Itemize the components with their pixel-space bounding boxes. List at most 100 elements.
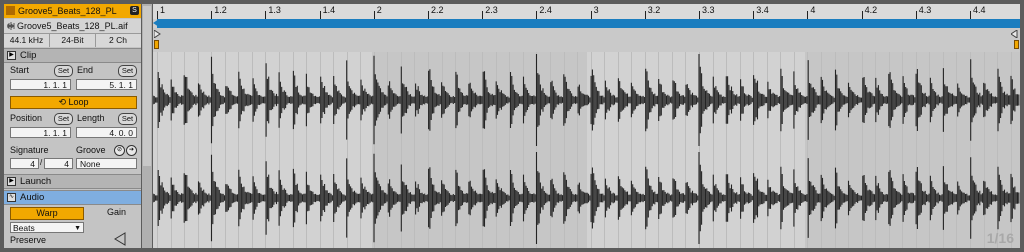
loop-button[interactable]: ⟲ Loop bbox=[10, 96, 137, 109]
signature-numerator[interactable]: 4 bbox=[10, 158, 39, 169]
save-icon[interactable]: S bbox=[130, 6, 139, 15]
ruler-tick bbox=[644, 11, 646, 19]
ruler-label: 3.4 bbox=[756, 5, 769, 15]
ruler-label: 4.4 bbox=[973, 5, 986, 15]
clip-color-swatch[interactable] bbox=[6, 6, 15, 15]
ruler-tick bbox=[428, 11, 429, 19]
start-field[interactable]: 1. 1. 1 bbox=[10, 79, 71, 90]
loop-label: Loop bbox=[68, 97, 89, 107]
loop-brace[interactable] bbox=[157, 19, 1020, 28]
play-icon[interactable]: ▶ bbox=[7, 51, 16, 60]
play-icon[interactable]: ▶ bbox=[7, 177, 16, 186]
ruler-tick bbox=[590, 11, 592, 19]
gain-slider-icon[interactable] bbox=[114, 232, 126, 246]
channel-count: 2 Ch bbox=[109, 35, 127, 45]
clip-name[interactable]: Groove5_Beats_128_PL bbox=[18, 5, 117, 17]
clip-section-label: Clip bbox=[20, 50, 37, 61]
warp-marker-row bbox=[153, 40, 1020, 52]
ruler-tick bbox=[373, 11, 375, 19]
end-set-button[interactable]: Set bbox=[118, 65, 137, 77]
ruler-label: 1 bbox=[160, 5, 166, 15]
waveform-path bbox=[153, 54, 1020, 244]
signature-slash: / bbox=[40, 158, 43, 167]
chevron-down-icon: ▼ bbox=[74, 225, 81, 232]
ruler-label: 1.4 bbox=[322, 5, 336, 15]
ruler-label: 4.2 bbox=[864, 5, 878, 15]
start-label: Start bbox=[10, 65, 30, 75]
clip-view: Groove5_Beats_128_PL S Groove5_Beats_128… bbox=[0, 0, 1024, 252]
end-field[interactable]: 5. 1. 1 bbox=[76, 79, 137, 90]
warp-button[interactable]: Warp bbox=[10, 207, 84, 220]
end-flag-icon[interactable] bbox=[1011, 30, 1018, 38]
waveform-display[interactable]: 1/16 bbox=[153, 52, 1020, 248]
length-set-button[interactable]: Set bbox=[118, 113, 137, 125]
start-marker[interactable] bbox=[153, 19, 159, 27]
sample-specs: 44.1 kHz 24-Bit 2 Ch bbox=[4, 34, 141, 47]
ruler-label: 3 bbox=[593, 5, 599, 15]
audio-section-label: Audio bbox=[20, 192, 45, 203]
ruler-tick bbox=[699, 11, 700, 19]
length-label: Length bbox=[77, 113, 105, 123]
end-label: End bbox=[77, 65, 94, 75]
position-set-button[interactable]: Set bbox=[54, 113, 73, 125]
ruler-tick bbox=[319, 11, 321, 19]
ruler-tick bbox=[970, 11, 971, 19]
ruler-label: 3.3 bbox=[702, 5, 715, 15]
signature-denominator[interactable]: 4 bbox=[44, 158, 73, 169]
ruler-tick bbox=[265, 11, 267, 19]
commit-groove-icon[interactable]: ➔ bbox=[126, 145, 137, 156]
gain-label: Gain bbox=[107, 207, 127, 217]
ruler-tick bbox=[807, 11, 809, 19]
marker-row bbox=[153, 28, 1020, 40]
ruler-label: 1.3 bbox=[268, 5, 281, 15]
warp-mode-value: Beats bbox=[13, 223, 35, 233]
clip-properties-panel: Groove5_Beats_128_PL S Groove5_Beats_128… bbox=[4, 4, 141, 248]
loop-icon: ⟲ bbox=[58, 97, 69, 107]
sample-rate: 44.1 kHz bbox=[4, 34, 50, 47]
ruler-label: 4 bbox=[810, 5, 816, 15]
ruler-label: 4.3 bbox=[918, 5, 932, 15]
ruler-tick bbox=[915, 11, 917, 19]
launch-section-label: Launch bbox=[20, 176, 52, 187]
ruler-tick bbox=[861, 11, 863, 19]
ruler-tick bbox=[482, 11, 484, 19]
clip-section-header[interactable]: ▶ Clip bbox=[4, 48, 141, 63]
groove-pool-icon[interactable]: ⊘ bbox=[114, 145, 125, 156]
panel-scrollbar[interactable] bbox=[142, 4, 152, 248]
ruler-label: 1.2 bbox=[214, 5, 227, 15]
beat-ruler[interactable]: 1 1.2 1.3 1.4 2 2.2 2.3 2.4 3 3.2 3.3 3.4 4 4.2 4.3 4.4 bbox=[153, 4, 1020, 19]
scrollbar-thumb[interactable] bbox=[143, 6, 151, 166]
warp-marker[interactable] bbox=[1014, 40, 1019, 49]
end-marker[interactable] bbox=[1015, 19, 1020, 27]
ruler-tick bbox=[753, 11, 755, 19]
warp-mode-select[interactable]: Beats ▼ bbox=[10, 222, 84, 233]
ruler-label: 3.2 bbox=[647, 5, 661, 15]
ruler-label: 2 bbox=[376, 5, 382, 15]
groove-select[interactable]: None bbox=[76, 158, 137, 169]
start-flag-icon[interactable] bbox=[154, 30, 161, 38]
start-set-button[interactable]: Set bbox=[54, 65, 73, 77]
sample-file-name: Groove5_Beats_128_PL.aif bbox=[17, 21, 128, 31]
sample-editor[interactable]: 1 1.2 1.3 1.4 2 2.2 2.3 2.4 3 3.2 3.3 3.4 4 4.2 4.3 4.4… bbox=[153, 4, 1020, 248]
ruler-label: 2.3 bbox=[485, 5, 498, 15]
groove-label: Groove bbox=[76, 145, 106, 155]
launch-section-header[interactable]: ▶ Launch bbox=[4, 174, 141, 189]
position-label: Position bbox=[10, 113, 43, 123]
ruler-label: 2.2 bbox=[431, 5, 444, 15]
grid-quantize-label: 1/16 bbox=[986, 230, 1014, 246]
bit-depth: 24-Bit bbox=[50, 34, 96, 47]
signature-label: Signature bbox=[10, 145, 49, 155]
ruler-tick bbox=[536, 11, 538, 19]
ruler-tick bbox=[157, 11, 158, 19]
sample-file-bar: Groove5_Beats_128_PL.aif bbox=[4, 19, 141, 34]
waveform-icon: ∿ bbox=[7, 193, 16, 202]
warp-marker[interactable] bbox=[154, 40, 159, 49]
waveform bbox=[153, 54, 1020, 244]
position-field[interactable]: 1. 1. 1 bbox=[10, 127, 71, 138]
audio-section-header[interactable]: ∿ Audio bbox=[4, 190, 141, 205]
clip-name-bar[interactable]: Groove5_Beats_128_PL S bbox=[4, 4, 141, 18]
ruler-label: 2.4 bbox=[539, 5, 552, 15]
preserve-label: Preserve bbox=[10, 235, 47, 245]
length-field[interactable]: 4. 0. 0 bbox=[76, 127, 137, 138]
ruler-tick bbox=[211, 11, 213, 19]
